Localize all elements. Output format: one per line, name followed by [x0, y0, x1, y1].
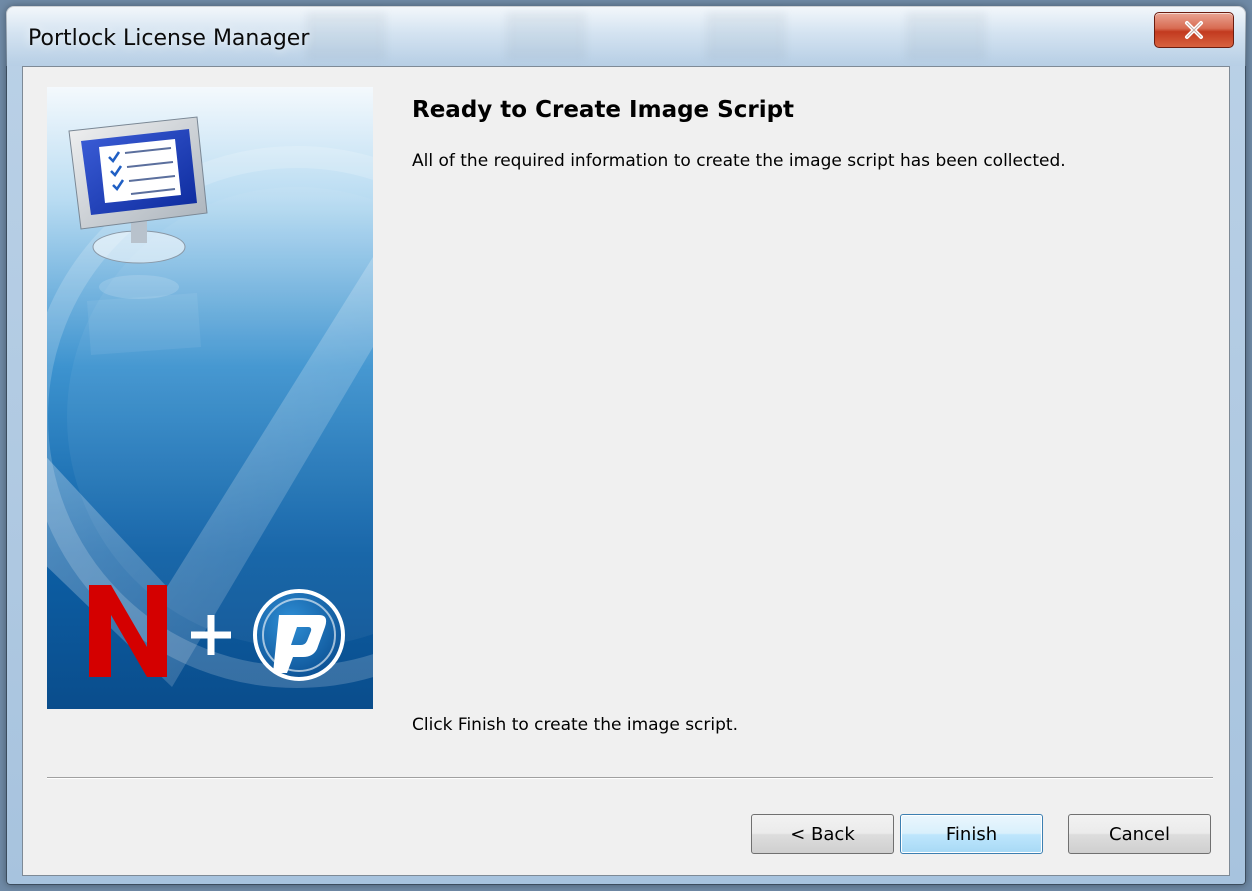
- page-description: All of the required information to creat…: [412, 151, 1066, 171]
- dialog-client-area: Ready to Create Image Script All of the …: [22, 66, 1230, 876]
- finish-button[interactable]: Finish: [900, 814, 1043, 854]
- cancel-button[interactable]: Cancel: [1068, 814, 1211, 854]
- button-separator: [47, 777, 1213, 779]
- close-icon: [1185, 21, 1203, 39]
- finish-hint-text: Click Finish to create the image script.: [412, 715, 738, 735]
- dialog-window: Portlock License Manager Ready to Create…: [6, 6, 1246, 885]
- wizard-banner-image: [47, 87, 373, 709]
- window-title: Portlock License Manager: [28, 26, 310, 51]
- page-heading: Ready to Create Image Script: [412, 97, 795, 123]
- title-bar[interactable]: Portlock License Manager: [6, 6, 1246, 66]
- back-button[interactable]: < Back: [751, 814, 894, 854]
- portlock-logo: [253, 589, 345, 681]
- close-button[interactable]: [1154, 12, 1234, 48]
